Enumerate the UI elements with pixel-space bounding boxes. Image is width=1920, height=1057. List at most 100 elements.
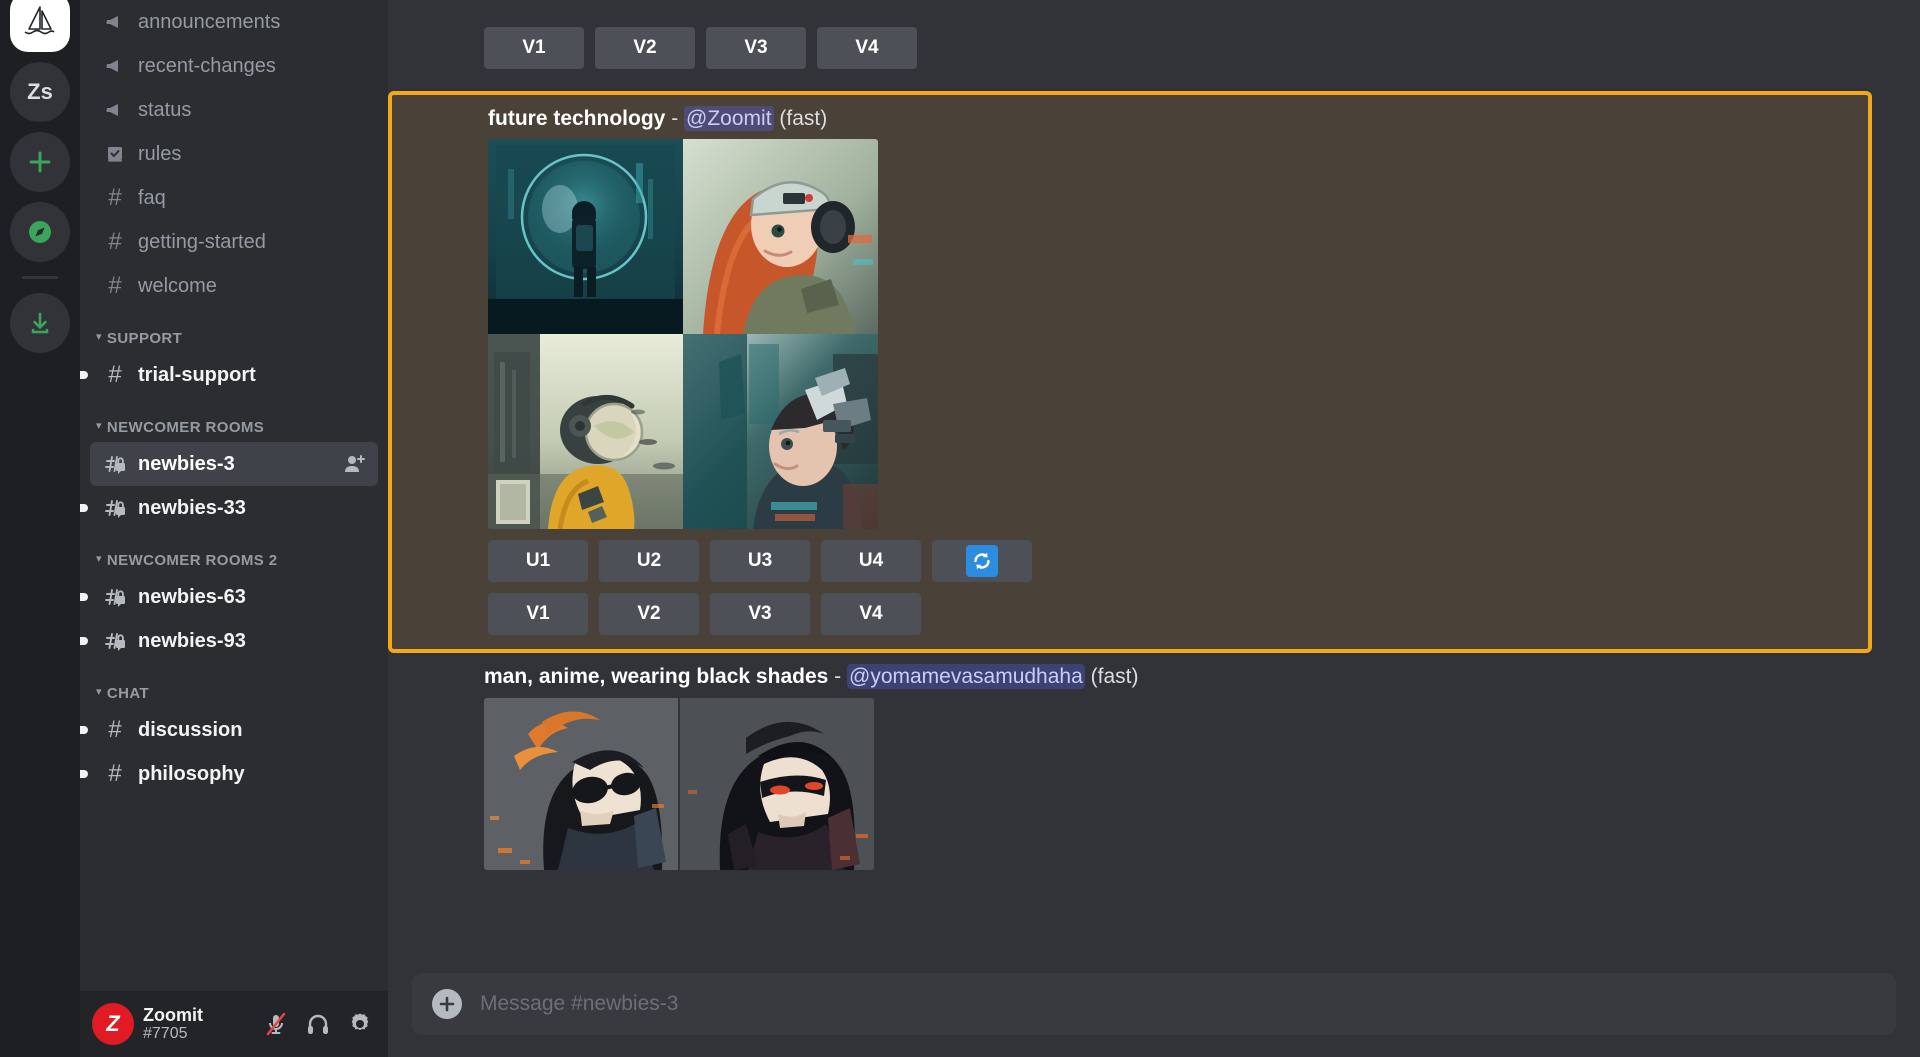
sidebar-item-label: newbies-33: [138, 496, 246, 519]
user-identity[interactable]: Zoomit #7705: [143, 1005, 203, 1043]
download-icon: [31, 312, 49, 334]
generated-image-cell-3[interactable]: [488, 334, 683, 530]
private-thread-icon: [102, 495, 128, 521]
variation-button-row: V1 V2 V3 V4: [488, 593, 1868, 636]
variation-button-v4[interactable]: V4: [821, 593, 921, 636]
avatar-letter: Z: [106, 1011, 120, 1036]
upscale-button-u1[interactable]: U1: [488, 540, 588, 583]
sidebar-item-label: newbies-63: [138, 585, 246, 608]
generated-image-grid[interactable]: [488, 139, 878, 530]
sidebar-item-announcements[interactable]: announcements: [90, 0, 378, 44]
upscale-button-row: U1 U2 U3 U4: [488, 540, 1868, 583]
variation-button-v1[interactable]: V1: [488, 593, 588, 636]
sidebar-item-philosophy[interactable]: # philosophy: [80, 752, 378, 796]
generated-image-cell-4[interactable]: [683, 334, 878, 530]
sidebar-item-label: philosophy: [138, 762, 245, 785]
upscale-button-u4[interactable]: U4: [821, 540, 921, 583]
category-newcomer-rooms-2[interactable]: ▾ NEWCOMER ROOMS 2: [90, 530, 378, 575]
variation-button-v2[interactable]: V2: [599, 593, 699, 636]
plus-icon: [29, 151, 51, 173]
sidebar-item-trial-support[interactable]: # trial-support: [80, 353, 378, 397]
user-settings-gear-icon[interactable]: [346, 1010, 374, 1038]
channel-list[interactable]: announcements recent-changes status rule…: [80, 0, 388, 991]
category-support[interactable]: ▾ SUPPORT: [90, 308, 378, 353]
add-server-button[interactable]: [10, 132, 70, 192]
sidebar-item-label: welcome: [138, 274, 217, 297]
refresh-icon: [966, 545, 998, 578]
message-list[interactable]: V1 V2 V3 V4 future technology - @Zoomit …: [388, 0, 1920, 965]
generated-image-pair[interactable]: [484, 697, 874, 870]
mute-microphone-icon[interactable]: [262, 1010, 290, 1038]
sidebar-item-label: status: [138, 98, 192, 121]
category-label: CHAT: [106, 685, 150, 702]
variation-button-v3[interactable]: V3: [710, 593, 810, 636]
megaphone-icon: [102, 97, 128, 123]
hash-icon: #: [108, 184, 122, 211]
chevron-down-icon: ▾: [96, 686, 102, 698]
mention-yomamevasamudhaha[interactable]: @yomamevasamudhaha: [847, 664, 1085, 690]
variation-button-v4[interactable]: V4: [817, 27, 917, 69]
sidebar-item-discussion[interactable]: # discussion: [80, 708, 378, 752]
sidebar-item-recent-changes[interactable]: recent-changes: [90, 44, 378, 88]
sidebar-item-label: faq: [138, 186, 166, 209]
sidebar-item-label: discussion: [138, 718, 243, 741]
separator: -: [834, 665, 842, 689]
hash-icon: #: [108, 272, 122, 299]
server-rail: Zs: [0, 0, 80, 1057]
message-header: man, anime, wearing black shades - @yoma…: [484, 663, 1896, 697]
category-label: NEWCOMER ROOMS 2: [106, 552, 278, 569]
sidebar-item-newbies-63[interactable]: newbies-63: [80, 575, 378, 619]
message-input[interactable]: [480, 992, 1878, 1016]
sidebar-item-getting-started[interactable]: # getting-started: [90, 220, 378, 264]
sidebar-item-rules[interactable]: rules: [90, 132, 378, 176]
server-icon-zs[interactable]: Zs: [10, 62, 70, 122]
hash-icon: #: [108, 760, 122, 787]
sidebar-item-status[interactable]: status: [90, 88, 378, 132]
private-thread-icon: [102, 451, 128, 477]
category-newcomer-rooms[interactable]: ▾ NEWCOMER ROOMS: [90, 397, 378, 442]
message-composer[interactable]: [412, 973, 1896, 1035]
prompt-text: future technology: [488, 107, 666, 130]
category-chat[interactable]: ▾ CHAT: [90, 663, 378, 708]
sailboat-icon: [24, 6, 55, 35]
username: Zoomit: [143, 1004, 203, 1025]
rules-book-icon: [102, 141, 128, 167]
channel-sidebar: announcements recent-changes status rule…: [80, 0, 388, 1057]
upscale-button-u3[interactable]: U3: [710, 540, 810, 583]
sidebar-item-welcome[interactable]: # welcome: [90, 264, 378, 308]
private-thread-icon: [102, 584, 128, 610]
generated-image-cell-5[interactable]: [484, 697, 678, 870]
variation-button-v2[interactable]: V2: [595, 27, 695, 69]
discord-app-window: Zs announcements recent-changes status r…: [0, 0, 1920, 1057]
hash-icon: #: [108, 228, 122, 255]
sidebar-item-faq[interactable]: # faq: [90, 176, 378, 220]
user-panel: Z Zoomit #7705: [80, 991, 388, 1057]
explore-servers-button[interactable]: [10, 202, 70, 262]
attach-plus-icon[interactable]: [432, 989, 462, 1019]
server-icon-home[interactable]: [10, 0, 70, 52]
user-discriminator: #7705: [143, 1025, 188, 1043]
sidebar-item-newbies-33[interactable]: newbies-33: [80, 486, 378, 530]
sidebar-item-label: announcements: [138, 10, 281, 33]
generated-image-cell-1[interactable]: [488, 139, 683, 335]
reroll-button[interactable]: [932, 540, 1032, 583]
generated-image-cell-6[interactable]: [680, 697, 874, 870]
add-member-icon[interactable]: [342, 451, 368, 477]
avatar[interactable]: Z: [92, 1003, 134, 1045]
megaphone-icon: [102, 9, 128, 35]
sidebar-item-newbies-3[interactable]: newbies-3: [90, 442, 378, 486]
unread-pip: [80, 637, 88, 645]
compass-icon: [29, 221, 51, 243]
category-label: SUPPORT: [106, 330, 183, 347]
deafen-headphones-icon[interactable]: [304, 1010, 332, 1038]
composer-area: [388, 965, 1920, 1057]
megaphone-icon: [102, 53, 128, 79]
sidebar-item-newbies-93[interactable]: newbies-93: [80, 619, 378, 663]
variation-button-v1[interactable]: V1: [484, 27, 584, 69]
generated-image-cell-2[interactable]: [683, 139, 878, 335]
variation-button-v3[interactable]: V3: [706, 27, 806, 69]
upscale-button-u2[interactable]: U2: [599, 540, 699, 583]
mention-zoomit[interactable]: @Zoomit: [684, 106, 774, 131]
download-apps-button[interactable]: [10, 293, 70, 353]
unread-pip: [80, 504, 88, 512]
